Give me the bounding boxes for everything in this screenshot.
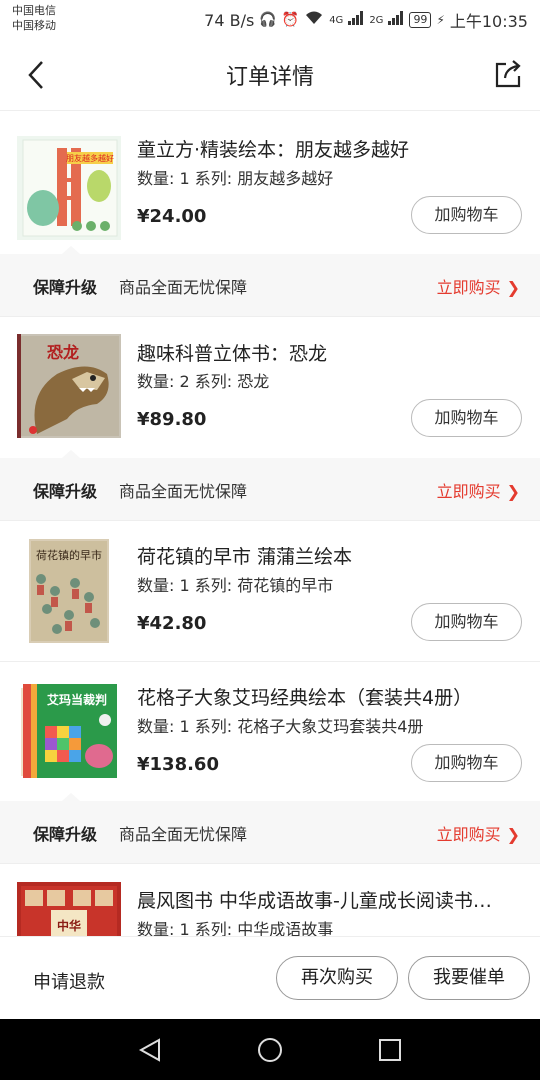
status-bar: 中国电信 中国移动 74 B/s 🎧 ⏰ 4G 2G 99 ⚡ 上午10:35 bbox=[0, 0, 540, 40]
share-icon bbox=[495, 60, 521, 88]
product-meta: 数量: 1 系列: 花格子大象艾玛套装共4册 bbox=[137, 717, 424, 736]
guarantee-upgrade[interactable]: 保障升级 商品全面无忧保障 立即购买 ❯ bbox=[0, 246, 540, 316]
guarantee-upgrade[interactable]: 保障升级 商品全面无忧保障 立即购买 ❯ bbox=[0, 793, 540, 863]
product-image[interactable]: 中华 bbox=[17, 882, 121, 936]
home-nav-icon[interactable] bbox=[257, 1037, 283, 1063]
wifi-icon bbox=[304, 10, 324, 30]
bottom-action-bar: 申请退款 再次购买 我要催单 bbox=[0, 936, 540, 1020]
cover-title: 恐龙 bbox=[47, 343, 79, 362]
chevron-right-icon: ❯ bbox=[506, 825, 520, 844]
add-to-cart-button[interactable]: 加购物车 bbox=[411, 603, 522, 641]
guarantee-desc: 商品全面无忧保障 bbox=[119, 482, 248, 501]
add-to-cart-button[interactable]: 加购物车 bbox=[411, 399, 522, 437]
carrier-2: 中国移动 bbox=[12, 19, 56, 32]
product-name[interactable]: 花格子大象艾玛经典绘本（套装共4册） bbox=[137, 683, 527, 710]
chevron-right-icon: ❯ bbox=[506, 278, 520, 297]
cover-title: 朋友越多越好 bbox=[66, 153, 114, 163]
product-name[interactable]: 荷花镇的早市 蒲蒲兰绘本 bbox=[137, 542, 527, 569]
product-image[interactable]: 艾玛当裁判 bbox=[17, 680, 121, 784]
product-name[interactable]: 趣味科普立体书：恐龙 bbox=[137, 339, 527, 366]
cover-title: 中华 bbox=[57, 918, 81, 933]
carrier-info: 中国电信 中国移动 bbox=[12, 3, 56, 33]
page-title: 订单详情 bbox=[225, 65, 314, 90]
signal-icon-2 bbox=[388, 11, 404, 29]
guarantee-title: 保障升级 bbox=[33, 825, 98, 844]
product-price: ¥138.60 bbox=[137, 754, 219, 775]
cover-title: 荷花镇的早市 bbox=[36, 548, 102, 562]
urge-order-button[interactable]: 我要催单 bbox=[408, 956, 530, 1000]
product-image[interactable]: 朋友越多越好 bbox=[17, 136, 121, 240]
add-to-cart-button[interactable]: 加购物车 bbox=[411, 744, 522, 782]
product-meta: 数量: 2 系列: 恐龙 bbox=[137, 372, 270, 391]
buy-now-link[interactable]: 立即购买 ❯ bbox=[437, 274, 520, 298]
order-item[interactable]: 中华 晨风图书 中华成语故事-儿童成长阅读书… 数量: 1 系列: 中华成语故事 bbox=[0, 864, 540, 936]
chevron-right-icon: ❯ bbox=[506, 482, 520, 501]
guarantee-title: 保障升级 bbox=[33, 278, 98, 297]
status-indicators: 74 B/s 🎧 ⏰ 4G 2G 99 ⚡ 上午10:35 bbox=[204, 8, 528, 32]
nav-bar: 订单详情 bbox=[0, 40, 540, 111]
product-image[interactable]: 恐龙 bbox=[17, 334, 121, 438]
battery-icon: 99 bbox=[409, 12, 432, 28]
network-speed: 74 B/s bbox=[204, 10, 255, 30]
add-to-cart-button[interactable]: 加购物车 bbox=[411, 196, 522, 234]
network-type-2: 2G bbox=[369, 14, 384, 26]
product-price: ¥24.00 bbox=[137, 206, 207, 227]
cover-title: 艾玛当裁判 bbox=[47, 692, 107, 707]
guarantee-title: 保障升级 bbox=[33, 482, 98, 501]
clock: 上午10:35 bbox=[449, 12, 528, 31]
buy-now-link[interactable]: 立即购买 ❯ bbox=[437, 478, 520, 502]
order-item[interactable]: 荷花镇的早市 荷花镇的早市 蒲蒲兰绘本 数量: 1 系列: 荷花镇的早市 ¥42… bbox=[0, 521, 540, 661]
buy-now-label: 立即购买 bbox=[436, 825, 501, 844]
headset-icon: 🎧 bbox=[259, 12, 277, 28]
product-image[interactable]: 荷花镇的早市 bbox=[17, 539, 121, 643]
rebuy-button[interactable]: 再次购买 bbox=[276, 956, 398, 1000]
network-type-1: 4G bbox=[329, 14, 344, 26]
guarantee-upgrade[interactable]: 保障升级 商品全面无忧保障 立即购买 ❯ bbox=[0, 450, 540, 520]
order-item[interactable]: 艾玛当裁判 花格子大象艾玛经典绘本（套装共4册） 数量: 1 系列: 花格子大象… bbox=[0, 662, 540, 801]
recent-apps-icon[interactable] bbox=[378, 1038, 402, 1062]
caret-up-icon bbox=[62, 793, 80, 801]
buy-now-label: 立即购买 bbox=[436, 278, 501, 297]
back-nav-icon[interactable] bbox=[137, 1037, 163, 1063]
system-nav-bar bbox=[0, 1019, 540, 1080]
buy-now-link[interactable]: 立即购买 ❯ bbox=[437, 821, 520, 845]
carrier-1: 中国电信 bbox=[12, 4, 56, 17]
product-price: ¥89.80 bbox=[137, 409, 207, 430]
signal-icon-1 bbox=[348, 11, 364, 29]
guarantee-desc: 商品全面无忧保障 bbox=[119, 825, 248, 844]
product-name[interactable]: 童立方·精装绘本：朋友越多越好 bbox=[137, 135, 527, 162]
product-meta: 数量: 1 系列: 朋友越多越好 bbox=[137, 169, 334, 188]
caret-up-icon bbox=[62, 450, 80, 458]
product-meta: 数量: 1 系列: 中华成语故事 bbox=[137, 920, 334, 936]
product-name[interactable]: 晨风图书 中华成语故事-儿童成长阅读书… bbox=[137, 886, 527, 913]
alarm-icon: ⏰ bbox=[281, 12, 300, 28]
charging-icon: ⚡ bbox=[436, 13, 445, 27]
guarantee-desc: 商品全面无忧保障 bbox=[119, 278, 248, 297]
caret-up-icon bbox=[62, 246, 80, 254]
product-meta: 数量: 1 系列: 荷花镇的早市 bbox=[137, 576, 334, 595]
order-item[interactable]: 恐龙 趣味科普立体书：恐龙 数量: 2 系列: 恐龙 ¥89.80 加购物车 bbox=[0, 317, 540, 458]
share-button[interactable] bbox=[492, 58, 524, 90]
refund-link[interactable]: 申请退款 bbox=[33, 968, 105, 994]
order-item[interactable]: 朋友越多越好 童立方·精装绘本：朋友越多越好 数量: 1 系列: 朋友越多越好 … bbox=[0, 111, 540, 254]
buy-now-label: 立即购买 bbox=[436, 482, 501, 501]
product-price: ¥42.80 bbox=[137, 613, 207, 634]
